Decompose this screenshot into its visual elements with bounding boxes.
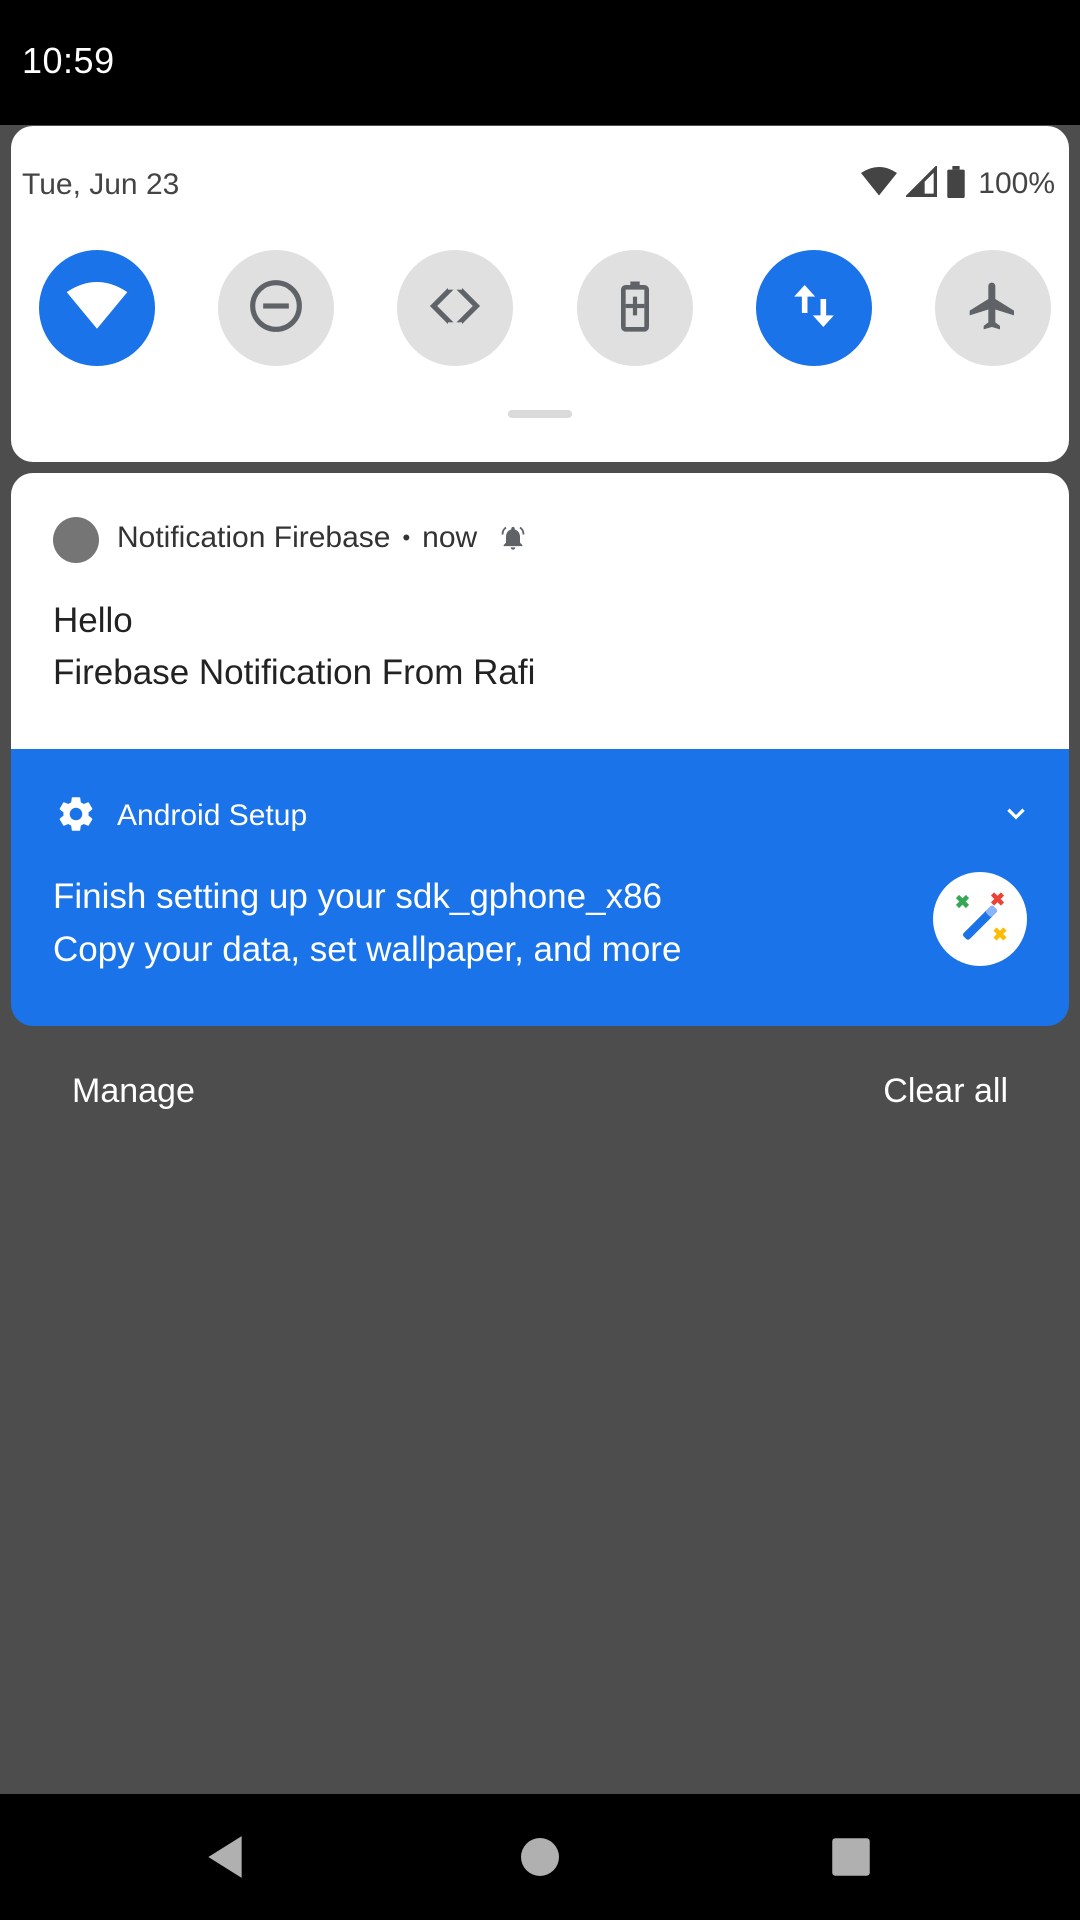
tile-mobile-data[interactable]: [755, 250, 872, 366]
tile-do-not-disturb[interactable]: [218, 250, 335, 366]
back-icon[interactable]: [200, 1832, 250, 1887]
quick-settings-panel: Tue, Jun 23 100%: [11, 126, 1069, 462]
gear-icon: [55, 793, 97, 840]
notification-firebase[interactable]: Notification Firebase • now Hello Fireba…: [11, 473, 1069, 749]
system-icons: 100%: [860, 164, 1055, 204]
notification-header: Notification Firebase • now: [117, 521, 527, 555]
battery-saver-icon: [607, 278, 663, 339]
notification-text: Copy your data, set wallpaper, and more: [53, 930, 682, 969]
notification-android-setup[interactable]: Android Setup Finish setting up your sdk…: [11, 749, 1069, 1026]
quick-settings-tiles: [39, 250, 1051, 366]
header-separator: •: [402, 525, 411, 550]
notification-time: now: [422, 521, 478, 554]
status-bar: 10:59: [0, 0, 1080, 125]
magic-wand-icon: [933, 872, 1027, 966]
status-time: 10:59: [22, 40, 115, 81]
wifi-signal-icon: [860, 166, 898, 202]
tile-airplane-mode[interactable]: [934, 250, 1051, 366]
airplane-icon: [965, 278, 1021, 339]
battery-percent: 100%: [978, 167, 1055, 200]
panel-drag-handle[interactable]: [508, 410, 572, 418]
app-icon: [53, 517, 99, 563]
notification-app-name: Android Setup: [117, 799, 308, 832]
cell-signal-icon: [904, 164, 938, 203]
clear-all-button[interactable]: Clear all: [883, 1072, 1008, 1111]
do-not-disturb-icon: [248, 278, 304, 339]
manage-button[interactable]: Manage: [72, 1072, 195, 1111]
notification-app-name: Notification Firebase: [117, 521, 391, 554]
tile-wifi[interactable]: [39, 250, 155, 366]
bell-alert-icon: [499, 524, 527, 552]
auto-rotate-icon: [427, 278, 483, 339]
recents-icon[interactable]: [830, 1832, 872, 1887]
notification-title: Finish setting up your sdk_gphone_x86: [53, 877, 663, 916]
chevron-down-icon[interactable]: [1003, 801, 1029, 832]
qs-date[interactable]: Tue, Jun 23: [22, 168, 179, 202]
navigation-bar: [0, 1794, 1080, 1920]
home-icon[interactable]: [520, 1832, 560, 1887]
tile-battery-saver[interactable]: [576, 250, 693, 366]
tile-auto-rotate[interactable]: [397, 250, 514, 366]
notification-text: Firebase Notification From Rafi: [53, 653, 536, 692]
battery-icon: [946, 165, 966, 203]
notification-title: Hello: [53, 601, 133, 640]
notification-actions: Manage Clear all: [0, 1062, 1080, 1122]
wifi-icon: [66, 281, 128, 335]
mobile-data-icon: [786, 278, 842, 339]
